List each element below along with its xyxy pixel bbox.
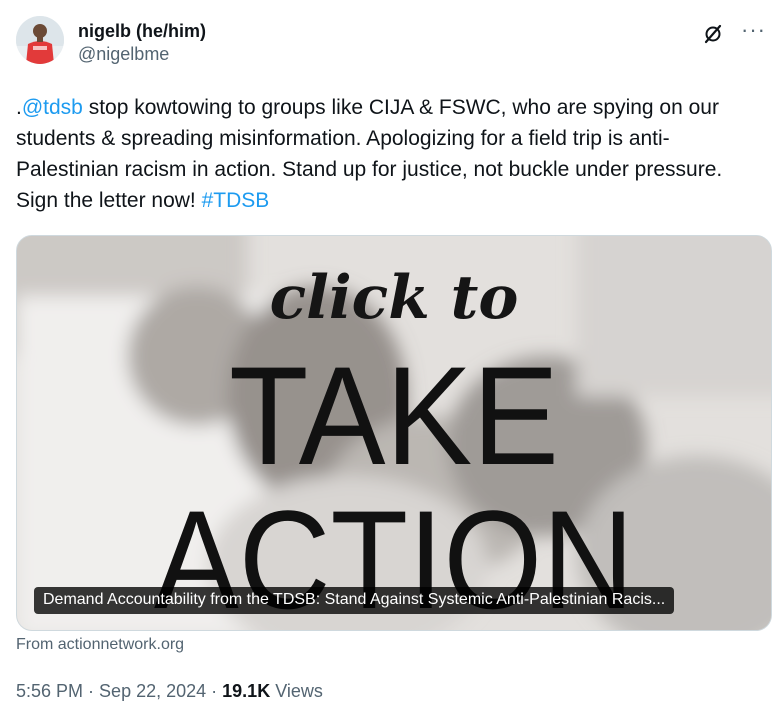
tweet-meta: 5:56 PM · Sep 22, 2024 · 19.1K Views xyxy=(16,681,323,702)
card-source[interactable]: From actionnetwork.org xyxy=(16,636,184,654)
meta-separator: · xyxy=(206,681,223,701)
card-caption[interactable]: Demand Accountability from the TDSB: Sta… xyxy=(34,587,675,614)
tweet-body: stop kowtowing to groups like CIJA & FSW… xyxy=(16,96,723,212)
display-name[interactable]: nigelb (he/him) xyxy=(78,20,206,42)
header-actions: ··· xyxy=(701,19,766,46)
mention-link[interactable]: @tdsb xyxy=(22,96,83,119)
meta-separator: · xyxy=(83,681,100,701)
card-image: click to TAKE ACTION xyxy=(17,236,771,630)
handle[interactable]: @nigelbme xyxy=(78,42,206,66)
tweet-text: .@tdsb stop kowtowing to groups like CIJ… xyxy=(16,92,766,216)
card-image-line1: click to xyxy=(270,263,519,333)
avatar[interactable] xyxy=(16,16,64,64)
link-card[interactable]: click to TAKE ACTION Demand Accountabili… xyxy=(16,235,772,631)
views-count: 19.1K xyxy=(222,681,271,701)
tweet-date[interactable]: Sep 22, 2024 xyxy=(99,681,206,701)
more-icon[interactable]: ··· xyxy=(741,19,766,41)
hashtag-link[interactable]: #TDSB xyxy=(202,189,270,212)
user-info[interactable]: nigelb (he/him) @nigelbme xyxy=(78,20,206,66)
grok-icon[interactable] xyxy=(701,22,725,46)
tweet-time[interactable]: 5:56 PM xyxy=(16,681,83,701)
views-label: Views xyxy=(270,681,323,701)
card-image-line2: TAKE xyxy=(229,337,559,494)
avatar-image xyxy=(16,16,64,64)
